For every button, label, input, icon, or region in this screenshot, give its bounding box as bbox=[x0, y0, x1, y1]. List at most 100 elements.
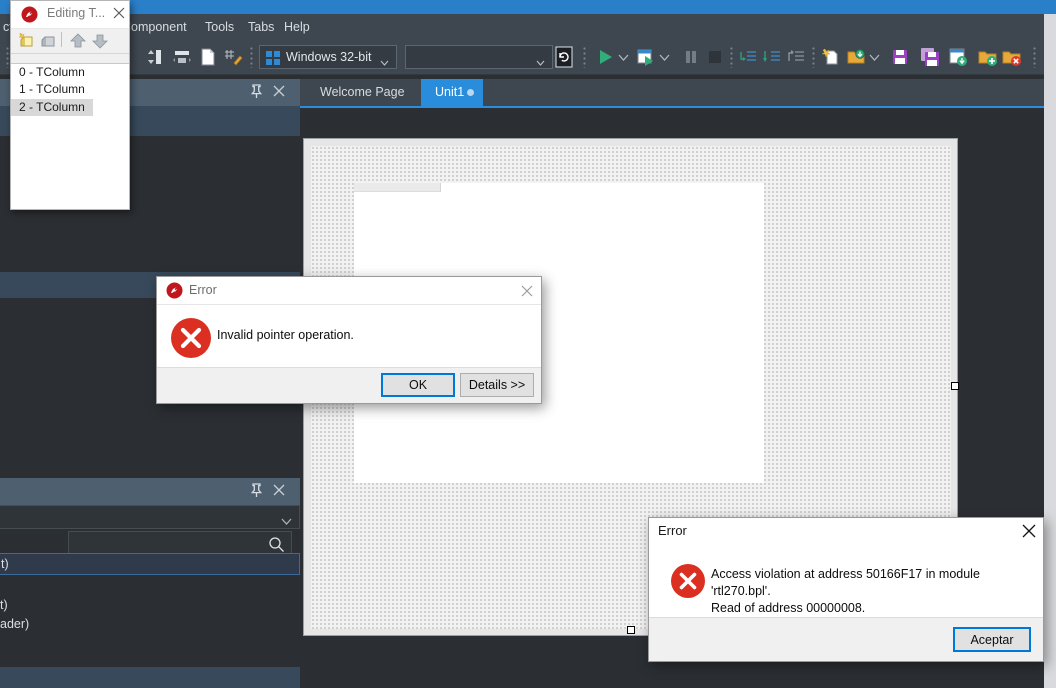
dialog-message: Access violation at address 50166F17 in … bbox=[711, 567, 980, 615]
pin-icon[interactable] bbox=[250, 84, 263, 104]
close-icon[interactable] bbox=[272, 84, 286, 103]
error-dialog-invalid-pointer[interactable]: Error Invalid pointer operation. OK Deta… bbox=[156, 276, 542, 404]
menu-bar: ct Component Tools Tabs Help bbox=[0, 14, 1056, 40]
toolbar-grip-2[interactable] bbox=[250, 46, 253, 68]
collection-editor-window[interactable]: Editing T... 0 - TColumn 1 - TColumn 2 -… bbox=[10, 0, 130, 210]
save-all-icon[interactable] bbox=[920, 47, 940, 67]
collection-editor-title-bar[interactable]: Editing T... bbox=[11, 1, 129, 29]
list-item-label: 0 - TColumn bbox=[19, 65, 85, 79]
window-title-bar bbox=[0, 0, 1056, 14]
move-up-icon[interactable] bbox=[69, 32, 87, 55]
list-item[interactable]: 1 - TColumn bbox=[11, 81, 129, 98]
object-inspector-component-combo[interactable] bbox=[0, 505, 300, 529]
tab-unit1[interactable]: Unit1 bbox=[421, 79, 483, 106]
collection-editor-list[interactable]: 0 - TColumn 1 - TColumn 2 - TColumn bbox=[11, 64, 129, 209]
new-file-icon[interactable] bbox=[198, 47, 218, 67]
run-dropdown-icon[interactable] bbox=[617, 47, 630, 67]
align-to-grid-icon[interactable] bbox=[146, 47, 166, 67]
toolbar-divider bbox=[61, 32, 62, 47]
run-to-cursor-icon[interactable] bbox=[786, 47, 806, 67]
config-combo[interactable] bbox=[405, 45, 553, 69]
tab-label: Welcome Page bbox=[320, 85, 405, 99]
list-item-label: 2 - TColumn bbox=[11, 99, 93, 116]
editor-tab-bar: Welcome Page Unit1 bbox=[300, 79, 1056, 106]
refresh-device-icon[interactable] bbox=[555, 46, 573, 68]
add-item-icon[interactable] bbox=[18, 32, 37, 56]
save-project-as-icon[interactable] bbox=[948, 47, 968, 67]
move-down-icon[interactable] bbox=[91, 32, 109, 55]
chevron-down-icon bbox=[380, 53, 389, 66]
error-x-icon bbox=[171, 318, 211, 358]
trace-into-icon[interactable] bbox=[762, 47, 782, 67]
list-item[interactable]: 0 - TColumn bbox=[11, 64, 129, 81]
delphi-icon bbox=[21, 6, 38, 28]
object-inspector-row-selected[interactable]: t) bbox=[0, 553, 300, 575]
close-icon[interactable] bbox=[520, 284, 534, 303]
windows-logo-icon bbox=[266, 51, 280, 65]
toolbar-grip-1[interactable] bbox=[6, 46, 9, 68]
chevron-down-icon bbox=[281, 513, 292, 531]
pin-icon[interactable] bbox=[250, 483, 263, 503]
stop-icon[interactable] bbox=[705, 47, 725, 67]
toolbar-grip-4[interactable] bbox=[730, 46, 733, 68]
resize-handle-right[interactable] bbox=[951, 382, 959, 390]
collection-editor-title: Editing T... bbox=[47, 6, 106, 20]
design-panel-header bbox=[354, 183, 441, 192]
dialog-title-bar[interactable]: Error bbox=[157, 277, 541, 305]
save-icon[interactable] bbox=[890, 47, 910, 67]
dialog-title: Error bbox=[189, 283, 217, 297]
menu-item-help[interactable]: Help bbox=[277, 14, 317, 40]
remove-from-project-icon[interactable] bbox=[1002, 47, 1022, 67]
tab-label: Unit1 bbox=[435, 85, 465, 99]
add-to-project-icon[interactable] bbox=[978, 47, 998, 67]
dialog-body: Access violation at address 50166F17 in … bbox=[649, 544, 1043, 619]
open-project-icon[interactable] bbox=[846, 47, 866, 67]
property-value: t) bbox=[1, 557, 9, 571]
dialog-body: Invalid pointer operation. bbox=[157, 305, 541, 369]
aceptar-button[interactable]: Aceptar bbox=[953, 627, 1031, 652]
new-item-icon[interactable] bbox=[821, 47, 841, 67]
dialog-title: Error bbox=[658, 523, 687, 538]
pause-icon[interactable] bbox=[681, 47, 701, 67]
dialog-footer: OK Details >> bbox=[157, 367, 541, 403]
close-icon[interactable] bbox=[272, 483, 286, 502]
align-palette-icon[interactable] bbox=[172, 47, 192, 67]
close-icon[interactable] bbox=[1021, 523, 1037, 544]
tab-welcome-page[interactable]: Welcome Page bbox=[306, 79, 421, 106]
platform-combo-value: Windows 32-bit bbox=[286, 50, 372, 64]
collection-editor-toolbar bbox=[11, 29, 129, 54]
object-inspector-header bbox=[0, 478, 300, 505]
menu-item-tools[interactable]: Tools bbox=[198, 14, 241, 40]
details-button[interactable]: Details >> bbox=[460, 373, 534, 397]
property-value: ader) bbox=[0, 617, 30, 631]
error-x-icon bbox=[671, 564, 705, 598]
list-item[interactable]: 2 - TColumn bbox=[11, 98, 129, 116]
object-inspector-row[interactable]: ader) bbox=[0, 614, 300, 636]
window-right-edge bbox=[1044, 14, 1056, 688]
list-item-label: 1 - TColumn bbox=[19, 82, 85, 96]
form-grid-icon[interactable] bbox=[223, 47, 243, 67]
step-over-icon[interactable] bbox=[738, 47, 758, 67]
menu-item-tabs[interactable]: Tabs bbox=[241, 14, 281, 40]
dialog-title-bar[interactable]: Error bbox=[649, 518, 1043, 544]
run-options-dropdown-icon[interactable] bbox=[658, 47, 671, 67]
dialog-message: Invalid pointer operation. bbox=[217, 328, 354, 342]
ok-button[interactable]: OK bbox=[381, 373, 455, 397]
chevron-down-icon bbox=[536, 53, 545, 66]
object-inspector-footer bbox=[0, 667, 300, 688]
run-icon[interactable] bbox=[595, 47, 615, 67]
tab-modified-indicator-icon bbox=[467, 89, 474, 96]
delete-item-icon[interactable] bbox=[40, 32, 59, 56]
open-dropdown-icon[interactable] bbox=[868, 47, 881, 67]
window-title-bar-right bbox=[1030, 0, 1056, 14]
error-dialog-access-violation[interactable]: Error Access violation at address 50166F… bbox=[648, 517, 1044, 662]
toolbar-grip-5[interactable] bbox=[812, 46, 815, 68]
resize-handle-bottom[interactable] bbox=[627, 626, 635, 634]
toolbar-grip-3[interactable] bbox=[583, 46, 586, 68]
main-toolbar: Windows 32-bit bbox=[0, 40, 1056, 75]
delphi-icon bbox=[166, 282, 183, 304]
platform-combo[interactable]: Windows 32-bit bbox=[259, 45, 397, 69]
toolbar-grip-6[interactable] bbox=[1033, 46, 1036, 68]
run-without-debug-icon[interactable] bbox=[636, 47, 656, 67]
close-icon[interactable] bbox=[112, 6, 126, 25]
